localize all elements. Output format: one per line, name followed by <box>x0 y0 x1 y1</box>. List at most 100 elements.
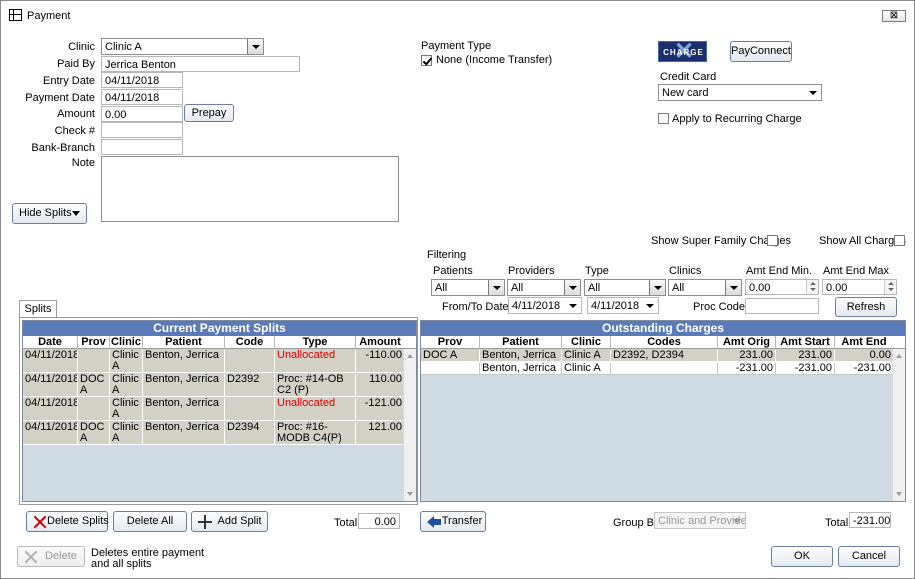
col-codes[interactable]: Codes <box>611 336 718 349</box>
cell-patient: Benton, Jerrica <box>143 374 225 397</box>
cell-amt-end: -231.00 <box>853 363 891 374</box>
payment-type-checkbox[interactable] <box>421 55 432 66</box>
col-patient[interactable]: Patient <box>143 336 225 349</box>
show-super-family-checkbox[interactable] <box>767 235 778 246</box>
outstanding-charges-title: Outstanding Charges <box>421 321 905 336</box>
cell-code: D2394 <box>225 422 275 445</box>
close-button[interactable]: ⊠ <box>882 10 906 22</box>
delete-payment-label: Delete <box>45 550 77 562</box>
credit-card-label: Credit Card <box>660 71 717 83</box>
col-amt-end[interactable]: Amt End <box>835 336 893 349</box>
cell-clinic: Clinic A <box>110 374 143 397</box>
cell-codes <box>611 363 718 375</box>
splits-scrollbar[interactable] <box>403 349 416 501</box>
type-filter-select[interactable]: All <box>584 279 666 296</box>
window-grid-icon <box>9 9 22 21</box>
table-row[interactable]: 04/11/2018 Clinic A Benton, Jerrica Unal… <box>23 397 404 421</box>
show-all-charges-checkbox[interactable] <box>894 235 905 246</box>
hide-splits-button[interactable]: Hide Splits <box>12 203 87 224</box>
refresh-button[interactable]: Refresh <box>835 297 897 317</box>
left-total-label: Total <box>334 517 358 529</box>
chevron-down-icon <box>729 513 745 528</box>
paid-by-field[interactable]: Jerrica Benton <box>101 56 300 72</box>
credit-card-select[interactable]: New card <box>658 84 822 101</box>
table-row[interactable]: Benton, Jerrica Clinic A -231.00 -231.00… <box>421 362 893 375</box>
note-textarea[interactable] <box>101 156 399 222</box>
cell-amt-orig: -231.00 <box>718 363 776 375</box>
credit-card-value: New card <box>662 87 709 99</box>
prepay-button[interactable]: Prepay <box>184 104 234 122</box>
table-row[interactable]: DOC A Benton, Jerrica Clinic A D2392, D2… <box>421 349 893 362</box>
amt-end-max-field[interactable]: 0.00 <box>822 279 897 295</box>
scroll-down-icon[interactable] <box>896 492 902 496</box>
scroll-up-icon[interactable] <box>407 354 413 358</box>
col-clinic[interactable]: Clinic <box>110 336 143 349</box>
cancel-button[interactable]: Cancel <box>838 546 900 567</box>
clinics-filter-select[interactable]: All <box>668 279 742 296</box>
tab-splits[interactable]: Splits <box>19 300 57 318</box>
add-split-button[interactable]: Add Split <box>191 511 268 532</box>
entry-date-field[interactable]: 04/11/2018 <box>101 72 183 88</box>
amt-end-min-field[interactable]: 0.00 <box>745 279 819 295</box>
col-code[interactable]: Code <box>225 336 275 349</box>
col-prov[interactable]: Prov <box>78 336 110 349</box>
clinic-select[interactable]: Clinic A <box>101 38 264 55</box>
cell-patient: Benton, Jerrica <box>143 398 225 421</box>
proc-codes-field[interactable] <box>745 298 819 314</box>
cell-amt-orig: 231.00 <box>718 350 776 362</box>
amt-end-min-label: Amt End Min. <box>746 265 813 277</box>
payconnect-button[interactable]: PayConnect <box>730 41 792 62</box>
col-amt-orig[interactable]: Amt Orig <box>718 336 776 349</box>
amt-end-max-label: Amt End Max <box>823 265 890 277</box>
table-row[interactable]: 04/11/2018 DOC A Clinic A Benton, Jerric… <box>23 373 404 397</box>
cell-code <box>225 350 275 373</box>
bank-branch-field[interactable] <box>101 139 183 155</box>
cell-prov: DOC A <box>78 374 110 397</box>
chevron-down-icon <box>649 280 665 295</box>
group-by-select[interactable]: Clinic and Provider <box>654 512 746 529</box>
add-split-label: Add Split <box>217 515 262 527</box>
hide-splits-label: Hide Splits <box>19 207 72 219</box>
table-row[interactable]: 04/11/2018 DOC A Clinic A Benton, Jerric… <box>23 421 404 445</box>
cell-amount: 121.00 <box>368 422 402 433</box>
filtering-legend: Filtering <box>427 249 467 261</box>
col-amount[interactable]: Amount <box>356 336 404 349</box>
col-prov[interactable]: Prov <box>421 336 480 349</box>
col-clinic[interactable]: Clinic <box>562 336 611 349</box>
col-date[interactable]: Date <box>23 336 78 349</box>
delete-all-button[interactable]: Delete All <box>113 511 187 532</box>
col-type[interactable]: Type <box>275 336 356 349</box>
col-amt-start[interactable]: Amt Start <box>776 336 835 349</box>
current-payment-splits-grid: Current Payment Splits Date Prov Clinic … <box>22 320 417 502</box>
spin-arrows-icon[interactable] <box>884 280 896 294</box>
payment-date-field[interactable]: 04/11/2018 <box>101 89 183 105</box>
delete-splits-button[interactable]: Delete Splits <box>26 511 109 532</box>
table-row[interactable]: 04/11/2018 Clinic A Benton, Jerrica Unal… <box>23 349 404 373</box>
to-date-picker[interactable]: 4/11/2018 <box>587 297 659 314</box>
transfer-button[interactable]: Transfer <box>420 511 486 532</box>
patients-filter-select[interactable]: All <box>431 279 505 296</box>
outstanding-scrollbar[interactable] <box>892 349 905 501</box>
scroll-down-icon[interactable] <box>407 492 413 496</box>
cell-amount: -121.00 <box>364 398 402 409</box>
paid-by-label: Paid By <box>57 58 95 70</box>
ok-button[interactable]: OK <box>771 546 833 567</box>
amount-field[interactable]: 0.00 <box>101 106 183 122</box>
cell-prov: DOC A <box>78 422 110 445</box>
cell-date: 04/11/2018 <box>23 374 78 397</box>
delete-payment-button[interactable]: Delete <box>17 546 85 567</box>
from-date-picker[interactable]: 4/11/2018 <box>508 297 582 314</box>
cell-amount: 110.00 <box>369 374 402 385</box>
recurring-checkbox[interactable] <box>658 113 669 124</box>
delete-x-icon <box>24 550 38 564</box>
cell-prov: DOC A <box>421 350 480 362</box>
providers-filter-select[interactable]: All <box>507 279 581 296</box>
check-field[interactable] <box>101 122 183 138</box>
patients-filter-value: All <box>435 282 448 294</box>
cell-clinic: Clinic A <box>110 398 143 421</box>
chevron-down-icon <box>725 280 741 295</box>
col-patient[interactable]: Patient <box>480 336 562 349</box>
scroll-up-icon[interactable] <box>896 354 902 358</box>
spin-arrows-icon[interactable] <box>806 280 818 294</box>
delete-note-line2: and all splits <box>91 558 152 570</box>
